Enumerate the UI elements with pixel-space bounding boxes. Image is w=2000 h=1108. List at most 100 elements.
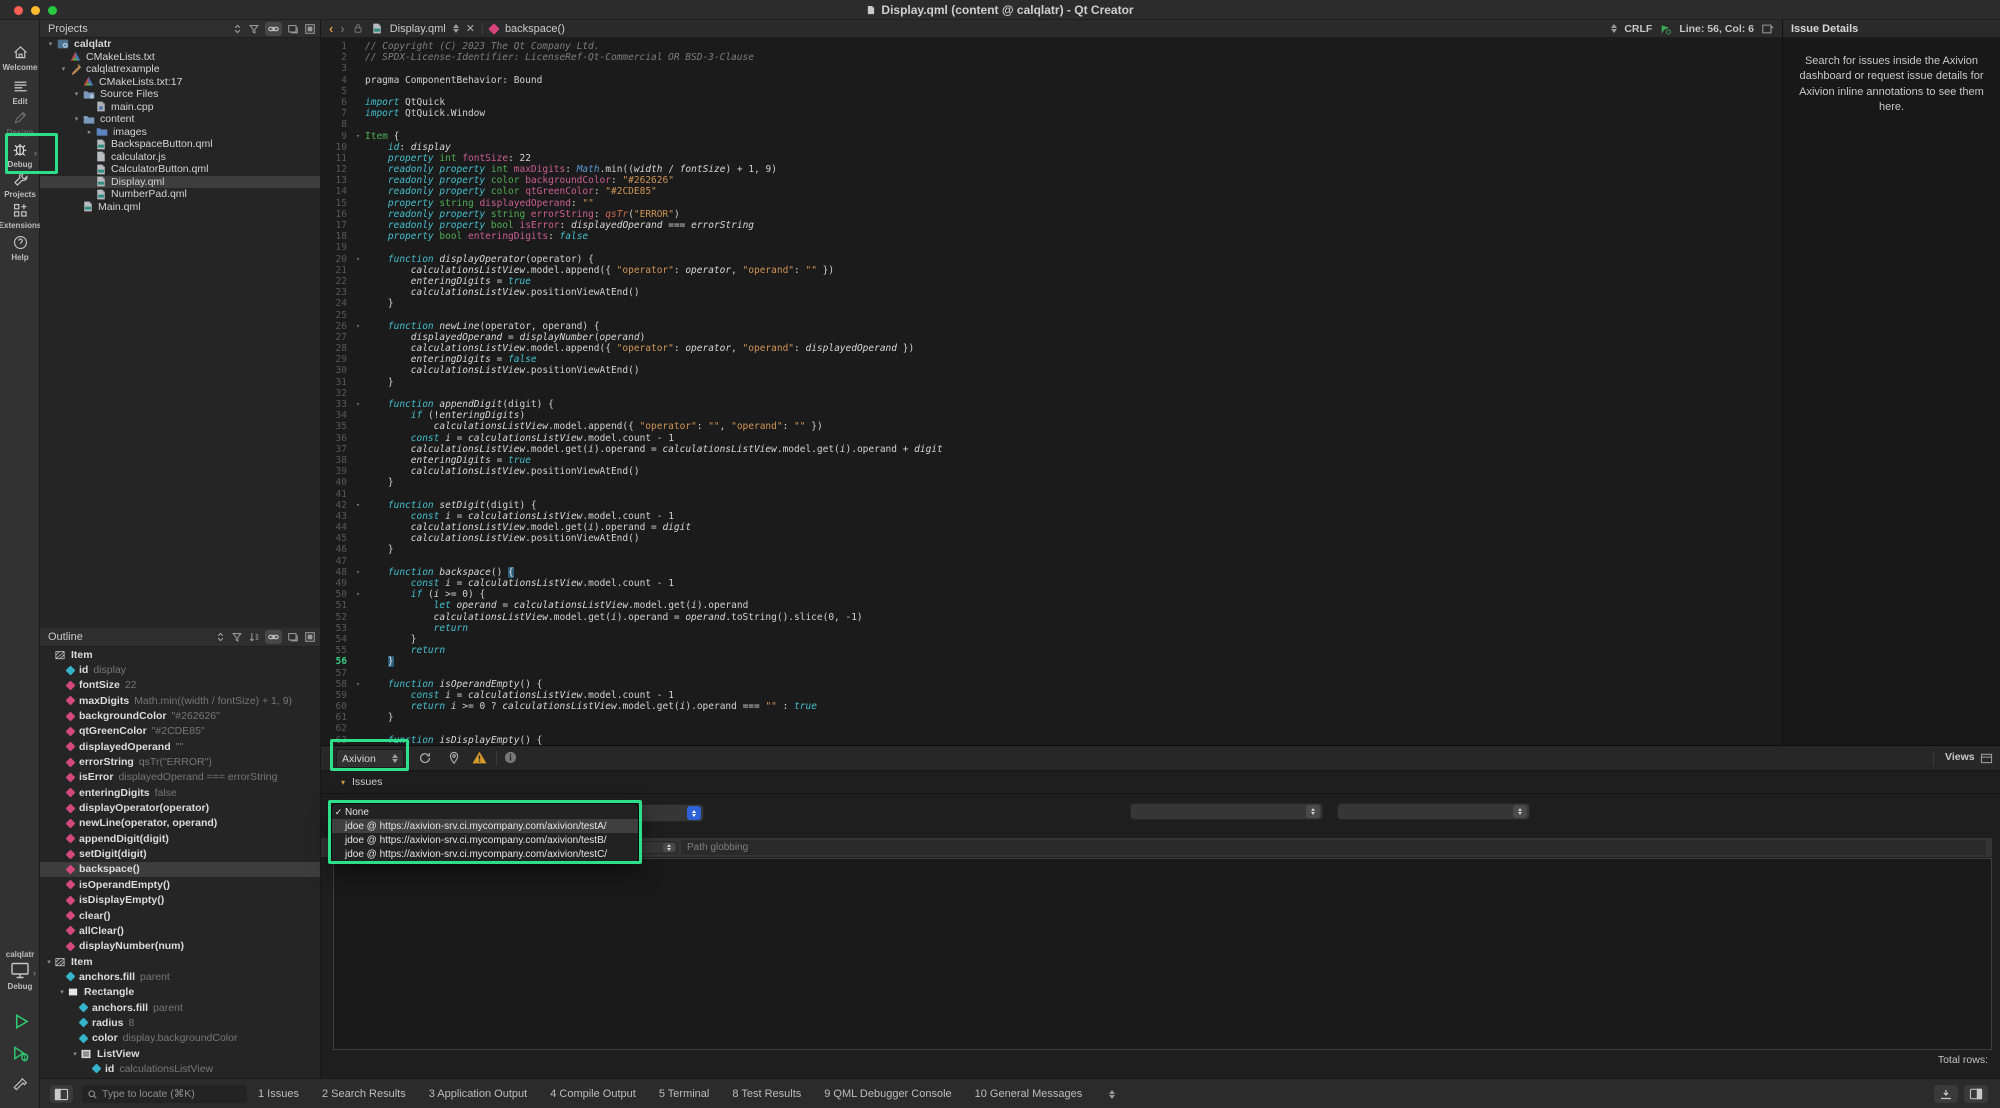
code-line[interactable]: 27 displayedOperand = displayNumber(oper…: [321, 332, 1782, 343]
tree-row[interactable]: ▸images: [40, 126, 320, 139]
sync-with-editor-icon[interactable]: [265, 630, 282, 644]
fold-marker-icon[interactable]: ▾: [351, 131, 365, 142]
panel-picker-updown-icon[interactable]: [215, 631, 226, 643]
outline-row[interactable]: setDigit(digit): [40, 846, 320, 861]
code-line[interactable]: 43 const i = calculationsListView.model.…: [321, 511, 1782, 522]
filter-combo-1[interactable]: [1130, 803, 1323, 820]
window-icon[interactable]: [1980, 753, 1993, 764]
code-line[interactable]: 39 calculationsListView.positionViewAtEn…: [321, 466, 1782, 477]
fold-marker-icon[interactable]: ▾: [351, 321, 365, 332]
outline-row[interactable]: ▾ListView: [40, 1046, 320, 1061]
path-globbing-input[interactable]: [681, 840, 1986, 855]
code-line[interactable]: 5: [321, 86, 1782, 97]
code-line[interactable]: 14 readonly property color qtGreenColor:…: [321, 186, 1782, 197]
tree-row[interactable]: NumberPad.qml: [40, 188, 320, 201]
outline-row[interactable]: clear(): [40, 908, 320, 923]
outline-row[interactable]: qtGreenColor"#2CDE85": [40, 724, 320, 739]
expander-icon[interactable]: ▸: [84, 128, 95, 136]
fold-marker-icon[interactable]: ▾: [351, 735, 365, 745]
outline-row[interactable]: displayNumber(num): [40, 939, 320, 954]
code-line[interactable]: 21 calculationsListView.model.append({ "…: [321, 265, 1782, 276]
code-line[interactable]: 15 property string displayedOperand: "": [321, 198, 1782, 209]
outline-row[interactable]: iddisplay: [40, 662, 320, 677]
mode-welcome[interactable]: Welcome: [0, 44, 40, 72]
code-line[interactable]: 49 const i = calculationsListView.model.…: [321, 578, 1782, 589]
code-line[interactable]: 25: [321, 310, 1782, 321]
fold-marker-icon[interactable]: ▾: [351, 500, 365, 511]
info-icon[interactable]: [504, 751, 517, 764]
code-line[interactable]: 38 enteringDigits = true: [321, 455, 1782, 466]
encoding-updown-icon[interactable]: [1611, 24, 1617, 33]
issues-section-header[interactable]: ▾ Issues: [321, 771, 2000, 794]
dropdown-option[interactable]: jdoe @ https://axivion-srv.ci.mycompany.…: [332, 833, 638, 847]
code-line[interactable]: 44 calculationsListView.model.get(i).ope…: [321, 522, 1782, 533]
pane-updown-icon[interactable]: [1109, 1090, 1115, 1099]
code-line[interactable]: 13 readonly property color backgroundCol…: [321, 175, 1782, 186]
split-editor-icon[interactable]: [1761, 23, 1774, 35]
output-pane-button[interactable]: 9 QML Debugger Console: [824, 1088, 951, 1100]
outline-row[interactable]: backgroundColor"#262626": [40, 708, 320, 723]
close-document-button[interactable]: ✕: [466, 22, 475, 35]
code-line[interactable]: 26▾ function newLine(operator, operand) …: [321, 321, 1782, 332]
expander-icon[interactable]: ▾: [44, 958, 54, 966]
output-pane-button[interactable]: 8 Test Results: [732, 1088, 801, 1100]
line-ending-selector[interactable]: CRLF: [1624, 23, 1652, 35]
code-line[interactable]: 52 calculationsListView.model.get(i).ope…: [321, 612, 1782, 623]
code-line[interactable]: 11 property int fontSize: 22: [321, 153, 1782, 164]
code-line[interactable]: 50▾ if (i >= 0) {: [321, 589, 1782, 600]
code-editor[interactable]: 1// Copyright (C) 2023 The Qt Company Lt…: [321, 38, 1782, 745]
code-line[interactable]: 56 }: [321, 656, 1782, 667]
tree-row[interactable]: CalculatorButton.qml: [40, 163, 320, 176]
code-line[interactable]: 4pragma ComponentBehavior: Bound: [321, 75, 1782, 86]
outline-row[interactable]: fontSize22: [40, 678, 320, 693]
panel-picker-updown-icon[interactable]: [232, 23, 243, 35]
outline-row[interactable]: idcalculationsListView: [40, 1061, 320, 1076]
outline-row[interactable]: displayedOperand"": [40, 739, 320, 754]
code-line[interactable]: 47: [321, 556, 1782, 567]
outline-row[interactable]: isDisplayEmpty(): [40, 893, 320, 908]
code-line[interactable]: 16 readonly property string errorString:…: [321, 209, 1782, 220]
outline-row[interactable]: errorStringqsTr("ERROR"): [40, 754, 320, 769]
tree-row[interactable]: ▾calqlatr: [40, 38, 320, 51]
path-filter-combo[interactable]: [638, 841, 678, 854]
expander-icon[interactable]: ▾: [71, 90, 82, 98]
dropdown-option[interactable]: jdoe @ https://axivion-srv.ci.mycompany.…: [332, 848, 638, 862]
outline-row[interactable]: isErrordisplayedOperand === errorString: [40, 770, 320, 785]
issues-table[interactable]: [333, 858, 1992, 1050]
code-line[interactable]: 53 return: [321, 623, 1782, 634]
code-line[interactable]: 18 property bool enteringDigits: false: [321, 231, 1782, 242]
code-line[interactable]: 35 calculationsListView.model.append({ "…: [321, 421, 1782, 432]
run-button[interactable]: [0, 1012, 40, 1031]
code-line[interactable]: 24 }: [321, 298, 1782, 309]
code-line[interactable]: 9▾Item {: [321, 131, 1782, 142]
refresh-icon[interactable]: [418, 751, 432, 765]
debug-run-button[interactable]: [0, 1044, 40, 1063]
code-line[interactable]: 17 readonly property bool isError: displ…: [321, 220, 1782, 231]
code-line[interactable]: 8: [321, 119, 1782, 130]
filter-icon[interactable]: [231, 631, 243, 643]
code-line[interactable]: 63▾ function isDisplayEmpty() {: [321, 735, 1782, 745]
mode-design[interactable]: Design: [0, 109, 40, 137]
tree-row[interactable]: CMakeLists.txt:17: [40, 76, 320, 89]
code-line[interactable]: 29 enteringDigits = false: [321, 354, 1782, 365]
code-line[interactable]: 36 const i = calculationsListView.model.…: [321, 433, 1782, 444]
outline-row[interactable]: radius8: [40, 1015, 320, 1030]
tree-row[interactable]: main.cpp: [40, 101, 320, 114]
fold-marker-icon[interactable]: ▾: [351, 399, 365, 410]
output-pane-button[interactable]: 10 General Messages: [975, 1088, 1083, 1100]
locator-input[interactable]: [102, 1088, 232, 1100]
filter-icon[interactable]: [248, 23, 260, 35]
code-line[interactable]: 57: [321, 668, 1782, 679]
outline-row[interactable]: newLine(operator, operand): [40, 816, 320, 831]
expander-icon[interactable]: ▾: [71, 115, 82, 123]
output-pane-button[interactable]: 5 Terminal: [659, 1088, 710, 1100]
code-line[interactable]: 7import QtQuick.Window: [321, 108, 1782, 119]
document-updown-icon[interactable]: [453, 24, 459, 33]
outline-row[interactable]: colordisplay.backgroundColor: [40, 1031, 320, 1046]
filter-combo-2[interactable]: [1337, 803, 1530, 820]
code-line[interactable]: 37 calculationsListView.model.get(i).ope…: [321, 444, 1782, 455]
output-pane-selector[interactable]: Axivion: [336, 749, 404, 768]
fold-marker-icon[interactable]: ▾: [351, 254, 365, 265]
expander-icon[interactable]: ▾: [45, 40, 56, 48]
close-panel-icon[interactable]: [304, 631, 316, 643]
